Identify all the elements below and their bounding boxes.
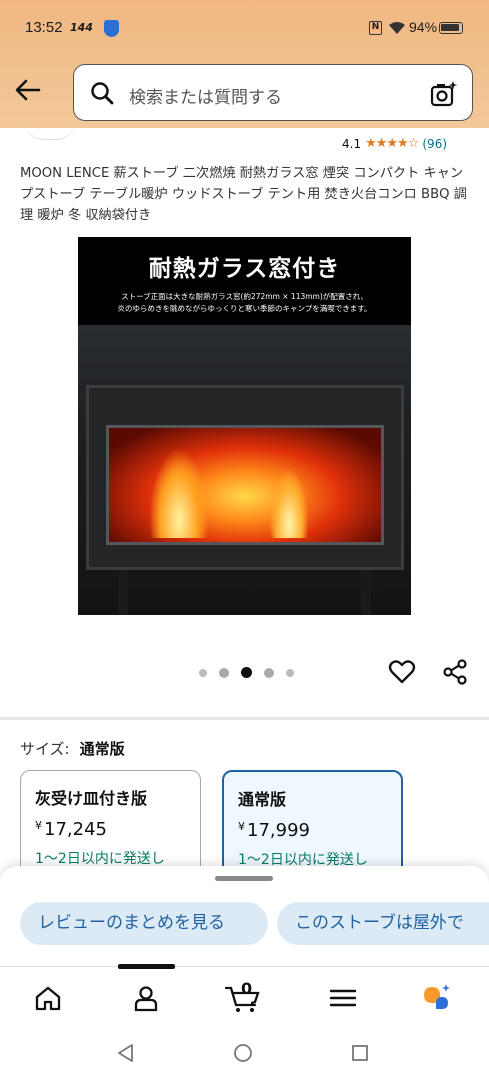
wifi-icon xyxy=(389,22,405,34)
suggestion-chip[interactable]: レビューのまとめを見る xyxy=(20,902,268,945)
product-title: MOON LENCE 薪ストーブ 二次燃焼 耐熱ガラス窓 煙突 コンパクト キャ… xyxy=(20,166,467,223)
cart-count: 0 xyxy=(241,979,253,998)
size-heading: サイズ: 通常版 xyxy=(20,738,125,759)
image-headline: 耐熱ガラス窓付き xyxy=(148,256,341,282)
option-name: 通常版 xyxy=(238,790,287,809)
home-icon[interactable] xyxy=(33,983,63,1013)
battery-icon xyxy=(439,22,463,34)
option-price: ¥17,999 xyxy=(238,820,387,841)
carousel-dot[interactable] xyxy=(199,668,207,677)
rating-value: 4.1 xyxy=(342,136,362,151)
sheet-drag-handle[interactable] xyxy=(215,876,273,881)
active-tab-indicator xyxy=(118,964,175,969)
suggestions-sheet[interactable]: レビューのまとめを見る このストーブは屋外で xyxy=(0,866,489,966)
option-delivery: 1〜2日以内に発送し xyxy=(35,851,165,867)
stove-leg xyxy=(118,570,128,615)
system-home-icon[interactable] xyxy=(233,1043,253,1063)
image-caption: ストーブ正面は大きな耐熱ガラス窓(約272mm × 113mm)が配置され、 炎… xyxy=(78,291,411,315)
account-icon[interactable] xyxy=(131,983,161,1013)
image-caption-line: 炎のゆらめきを眺めながらゆっくりと寒い季節のキャンプを満喫できます。 xyxy=(117,304,372,313)
review-count[interactable]: (96) xyxy=(422,137,447,151)
avatar-partial xyxy=(24,120,76,140)
carousel-dot[interactable] xyxy=(264,667,274,678)
refresh-rate: 144 xyxy=(70,21,93,34)
carousel-dot[interactable] xyxy=(286,668,294,677)
search-placeholder: 検索または質問する xyxy=(129,88,282,108)
security-shield-icon xyxy=(104,20,119,37)
size-option-standard[interactable]: 通常版 ¥17,999 1〜2日以内に発送し xyxy=(222,770,403,880)
image-caption-line: ストーブ正面は大きな耐熱ガラス窓(約272mm × 113mm)が配置され、 xyxy=(121,292,368,301)
currency-symbol: ¥ xyxy=(238,820,245,833)
flame xyxy=(149,448,209,538)
battery-percent: 94% xyxy=(409,19,438,35)
option-price: ¥17,245 xyxy=(35,819,186,840)
section-divider xyxy=(0,717,489,720)
size-label: サイズ: xyxy=(20,740,70,758)
price-value: 17,999 xyxy=(247,820,310,841)
system-nav-bar xyxy=(0,1026,489,1080)
status-time: 13:52 xyxy=(25,19,63,36)
stove-leg xyxy=(361,570,371,615)
system-back-icon[interactable] xyxy=(116,1043,136,1063)
bottom-nav: 0 xyxy=(0,964,489,1026)
share-icon[interactable] xyxy=(441,658,469,686)
option-name: 灰受け皿付き版 xyxy=(35,789,148,808)
app-header: 13:52 144 N 94% 検索または質問する xyxy=(0,0,489,128)
carousel-dot[interactable] xyxy=(219,667,229,678)
stove-fire-window xyxy=(106,425,384,545)
size-selected: 通常版 xyxy=(79,740,125,758)
system-recents-icon[interactable] xyxy=(351,1044,369,1062)
back-arrow-icon[interactable] xyxy=(14,76,42,104)
status-bar: 13:52 144 N 94% xyxy=(0,0,489,52)
product-image[interactable]: 耐熱ガラス窓付き ストーブ正面は大きな耐熱ガラス窓(約272mm × 113mm… xyxy=(78,237,411,615)
camera-search-icon[interactable] xyxy=(430,80,458,108)
size-option-ash-tray[interactable]: 灰受け皿付き版 ¥17,245 1〜2日以内に発送し xyxy=(20,770,201,880)
carousel-indicator[interactable] xyxy=(199,667,294,678)
price-value: 17,245 xyxy=(44,819,107,840)
nfc-icon: N xyxy=(369,21,382,35)
carousel-dot-active[interactable] xyxy=(241,667,252,678)
image-banner: 耐熱ガラス窓付き ストーブ正面は大きな耐熱ガラス窓(約272mm × 113mm… xyxy=(78,237,411,325)
rufus-ai-icon[interactable] xyxy=(422,983,452,1013)
search-icon xyxy=(91,82,114,105)
heart-icon[interactable] xyxy=(388,658,416,686)
currency-symbol: ¥ xyxy=(35,819,42,832)
rating-stars-icon: ★★★★☆ xyxy=(365,136,419,151)
product-rating[interactable]: 4.1 ★★★★☆ (96) xyxy=(342,136,447,151)
suggestion-chip[interactable]: このストーブは屋外で xyxy=(277,902,489,945)
flame xyxy=(269,468,309,538)
search-bar[interactable]: 検索または質問する xyxy=(73,64,473,121)
menu-icon[interactable] xyxy=(328,983,358,1013)
